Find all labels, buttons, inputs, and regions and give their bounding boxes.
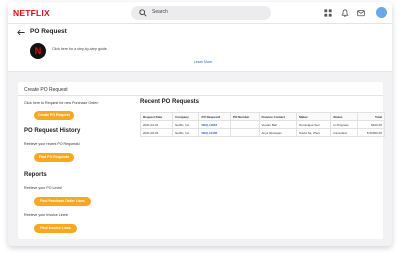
column-header[interactable]: Status xyxy=(330,112,359,121)
search-placeholder: Search xyxy=(152,9,168,15)
search-icon xyxy=(139,9,147,17)
page-header: PO Request N Click here for a step-by-st… xyxy=(8,24,392,72)
table-header-row: Request Date Company PO Request# PO Numb… xyxy=(139,112,385,121)
find-po-requests-button[interactable]: Find PO Requests xyxy=(34,153,74,162)
panel-title: Create PO Request xyxy=(24,87,68,93)
column-header[interactable]: PO Request# xyxy=(198,112,231,121)
finance-contact: Vendor Bell xyxy=(258,120,298,129)
history-text: Retrieve your recent PO Requests! xyxy=(24,142,80,146)
column-header[interactable]: Finance Contact xyxy=(258,112,298,121)
table-row[interactable]: 2021-06-03 Netflix, Inc. REQ-10185 Anya … xyxy=(139,128,385,137)
po-number xyxy=(229,128,260,137)
recent-po-table: Request Date Company PO Request# PO Numb… xyxy=(139,112,385,137)
app-window: NETFLIX Search PO Request N Click here f… xyxy=(8,2,392,246)
request-date: 2021-06-03 xyxy=(139,128,174,137)
maker: David Sa, Zhen xyxy=(296,128,332,137)
maker: Dominique Sun xyxy=(296,120,332,129)
column-header[interactable]: Maker xyxy=(296,112,332,121)
search-input[interactable]: Search xyxy=(131,6,271,20)
po-lines-text: Retrieve your PO Lines! xyxy=(24,186,63,190)
company: Netflix, Inc. xyxy=(172,120,200,129)
bell-icon[interactable] xyxy=(341,9,349,17)
top-bar: NETFLIX Search xyxy=(8,2,392,24)
total: $100.00 xyxy=(357,120,385,129)
page-title: PO Request xyxy=(30,28,67,35)
finance-contact: Anya Nkosipan xyxy=(258,128,298,137)
column-header[interactable]: Company xyxy=(172,112,200,121)
column-header[interactable]: Total xyxy=(357,112,385,121)
netflix-n-logo: N xyxy=(30,43,46,59)
column-header[interactable]: Request Date xyxy=(139,112,174,121)
po-request-panel: Create PO Request Click here to Request … xyxy=(18,82,385,239)
total: $ 50000.00 xyxy=(357,128,385,137)
find-invoice-lines-button[interactable]: Find Invoice Lines xyxy=(34,224,77,233)
learn-more-link[interactable]: Learn More xyxy=(194,60,212,64)
apps-grid-icon[interactable] xyxy=(324,9,332,17)
create-po-text: Click here to Request for new Purchase O… xyxy=(24,101,99,105)
avatar[interactable] xyxy=(376,7,387,18)
status: In Progress xyxy=(330,120,359,129)
table-row[interactable]: 2021-04-01 Netflix, Inc. REQ-11853 Vendo… xyxy=(139,120,385,129)
guide-text[interactable]: Click here for a step-by-step guide. xyxy=(52,47,108,51)
po-request-link[interactable]: REQ-11853 xyxy=(198,120,231,129)
mail-icon[interactable] xyxy=(357,9,365,17)
column-header[interactable]: PO Number xyxy=(229,112,260,121)
status: Cancelled xyxy=(330,128,359,137)
divider xyxy=(18,95,383,96)
po-number xyxy=(229,120,260,129)
invoice-lines-text: Retrieve your Invoice Lines! xyxy=(24,213,69,217)
back-arrow-icon[interactable] xyxy=(17,29,25,36)
find-purchase-order-lines-button[interactable]: Find Purchase Order Lines xyxy=(34,197,91,206)
po-request-link[interactable]: REQ-10185 xyxy=(198,128,231,137)
request-date: 2021-04-01 xyxy=(139,120,174,129)
create-po-request-button[interactable]: Create PO Request xyxy=(34,111,74,120)
netflix-logo[interactable]: NETFLIX xyxy=(13,8,50,18)
recent-po-requests-heading: Recent PO Requests xyxy=(140,99,200,105)
reports-heading: Reports xyxy=(24,172,47,178)
company: Netflix, Inc. xyxy=(172,128,200,137)
po-request-history-heading: PO Request History xyxy=(24,128,81,134)
